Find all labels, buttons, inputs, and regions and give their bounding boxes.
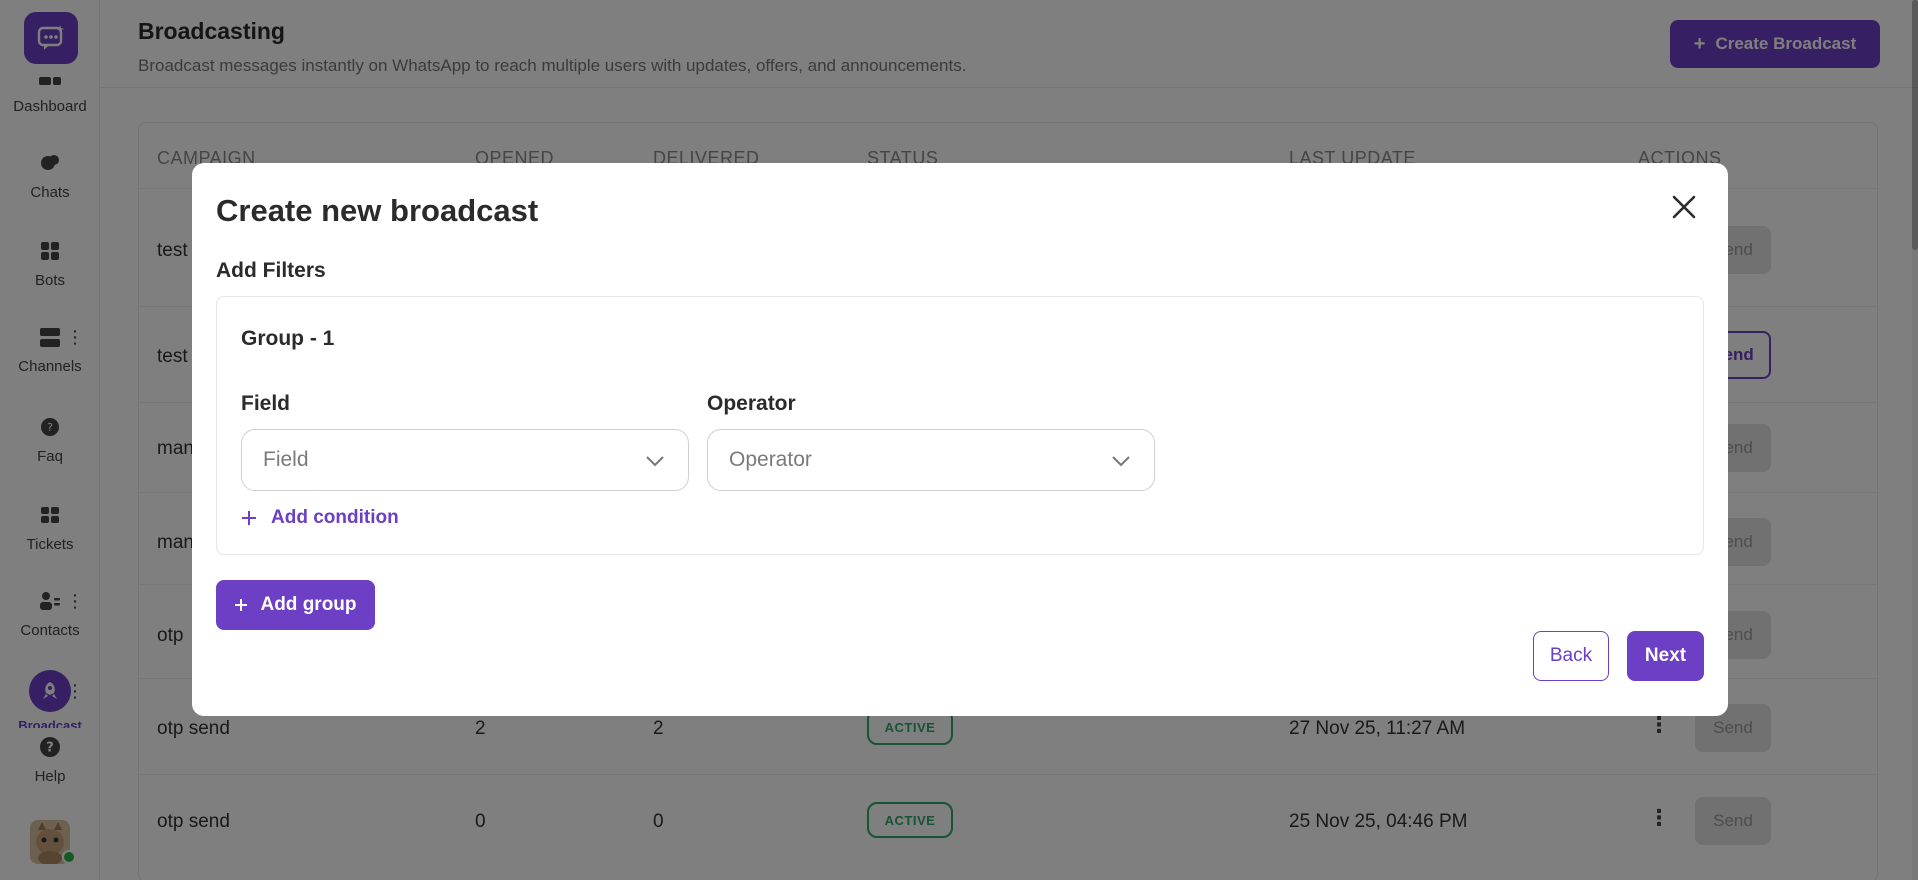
group-title: Group - 1	[241, 327, 335, 350]
add-filters-label: Add Filters	[216, 259, 326, 282]
back-button[interactable]: Back	[1533, 631, 1609, 681]
chevron-down-icon	[646, 456, 664, 467]
chevron-down-icon	[1112, 456, 1130, 467]
filter-group: Group - 1 Field Field Operator Operator …	[216, 296, 1704, 555]
add-condition-label: Add condition	[271, 507, 399, 528]
operator-label: Operator	[707, 392, 796, 415]
next-button[interactable]: Next	[1627, 631, 1704, 681]
add-condition-button[interactable]: Add condition	[241, 507, 399, 529]
field-label: Field	[241, 392, 291, 415]
operator-select-value: Operator	[729, 448, 812, 471]
operator-select[interactable]: Operator	[707, 429, 1155, 491]
modal-title: Create new broadcast	[216, 193, 539, 228]
close-button[interactable]	[1666, 189, 1702, 225]
create-broadcast-modal: Create new broadcast Add Filters Group -…	[192, 163, 1728, 716]
field-select[interactable]: Field	[241, 429, 689, 491]
field-select-value: Field	[263, 448, 309, 471]
add-group-button[interactable]: Add group	[216, 580, 375, 630]
add-group-label: Add group	[260, 594, 357, 615]
close-icon	[1672, 195, 1696, 219]
plus-icon	[235, 599, 248, 611]
plus-icon	[242, 511, 256, 525]
